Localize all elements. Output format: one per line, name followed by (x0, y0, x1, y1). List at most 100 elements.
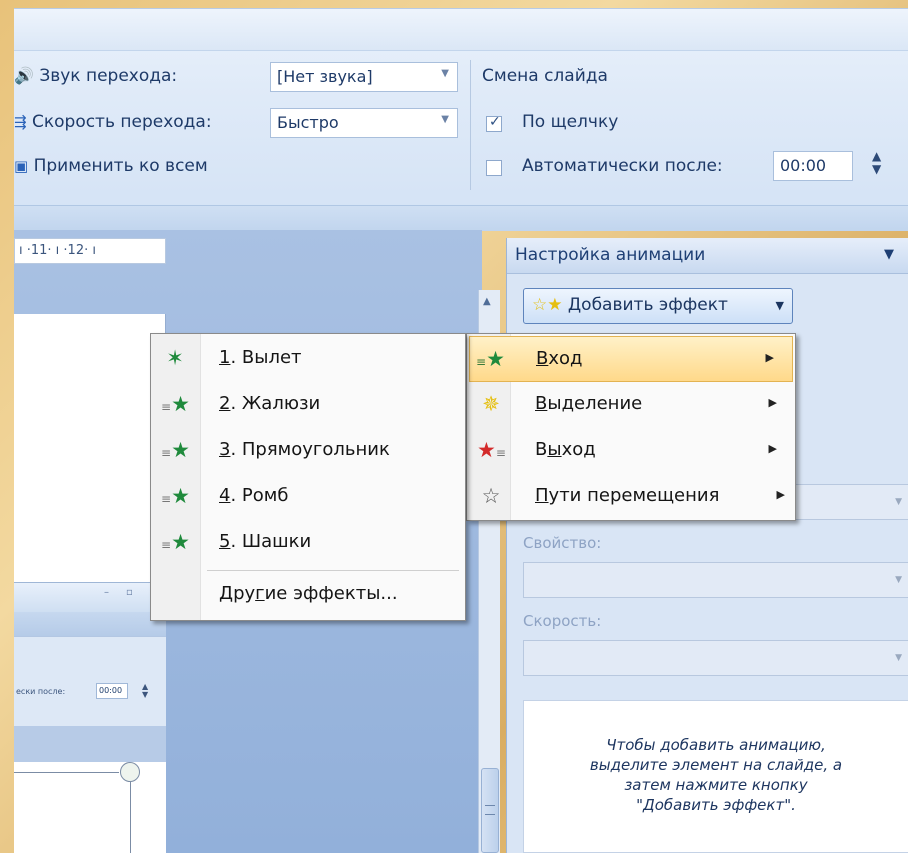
transition-sound-combo[interactable]: [Нет звука] ▼ (270, 62, 458, 92)
shape-line (14, 772, 119, 773)
add-effect-menu: ≡★ Вход ▶ ✵ Выделение ▶ ★≡ Выход ▶ ☆ Пут… (466, 333, 796, 521)
menu-item-label: 4. Ромб (219, 485, 289, 506)
entrance-icon: ≡★ (476, 347, 505, 371)
transition-speed-combo[interactable]: Быстро ▼ (270, 108, 458, 138)
menu-item-label: 1. Вылет (219, 347, 302, 368)
scrollbar-thumb[interactable] (481, 768, 499, 853)
chevron-down-icon: ▼ (895, 653, 902, 663)
hint-line: затем нажмите кнопку (624, 776, 808, 794)
hint-line: Чтобы добавить анимацию, (606, 736, 826, 754)
fly-in-icon: ✶ (166, 346, 184, 370)
auto-after-input[interactable]: 00:00 (773, 151, 853, 181)
ribbon-title-band (14, 9, 908, 51)
chevron-down-icon: ▼ (895, 575, 902, 585)
apply-to-all-label: Применить ко всем (33, 156, 208, 176)
menu-item-label: Выход (535, 439, 596, 460)
transition-sound-control[interactable]: 🔊 Звук перехода: (14, 66, 177, 86)
menu-item-label: 2. Жалюзи (219, 393, 321, 414)
auto-after-checkbox[interactable] (486, 160, 502, 176)
menu-item-motion-paths[interactable]: ☆ Пути перемещения ▶ (467, 474, 795, 520)
menu-item-label: 5. Шашки (219, 531, 312, 552)
menu-separator (207, 570, 459, 571)
submenu-arrow-icon: ▶ (768, 442, 777, 455)
property-label: Свойство: (523, 534, 602, 552)
add-effect-icon: ☆★ (532, 295, 563, 315)
box-icon: ≡★ (161, 438, 190, 462)
shape-rotation-handle[interactable] (120, 762, 140, 782)
pane-header: Настройка анимации ▼ (507, 238, 908, 274)
menu-item-label: Пути перемещения (535, 485, 720, 506)
menu-item-label: Вход (536, 348, 583, 369)
transition-speed-value: Быстро (277, 113, 339, 132)
submenu-arrow-icon: ▶ (776, 488, 785, 501)
menu-item-label: Выделение (535, 393, 643, 414)
menu-item-blinds[interactable]: ≡★ 2. Жалюзи (151, 382, 465, 428)
on-click-checkbox[interactable] (486, 114, 502, 132)
submenu-arrow-icon: ▶ (765, 351, 774, 364)
property-combo[interactable]: ▼ (523, 562, 908, 598)
speed-label: Скорость: (523, 612, 602, 630)
menu-item-more-effects[interactable]: Другие эффекты... (151, 572, 465, 618)
grip-icon (485, 805, 495, 815)
thumbnail-auto-after-label: ески после: (16, 687, 66, 696)
add-effect-label: Добавить эффект (567, 295, 728, 315)
spinner-arrows-icon[interactable]: ▲ ▼ (872, 150, 881, 176)
shape-line-vertical (130, 782, 131, 853)
diamond-icon: ≡★ (161, 484, 190, 508)
menu-item-checkerboard[interactable]: ≡★ 5. Шашки (151, 520, 465, 566)
sound-icon: 🔊 (14, 66, 34, 85)
hint-line: выделите элемент на слайде, а (589, 756, 843, 774)
transition-sound-label: Звук перехода: (39, 66, 178, 86)
restore-icon[interactable]: ▫ (126, 587, 133, 598)
pane-options-icon[interactable]: ▼ (884, 247, 894, 262)
hint-line: "Добавить эффект". (636, 796, 796, 814)
entrance-submenu: ✶ 1. Вылет ≡★ 2. Жалюзи ≡★ 3. Прямоуголь… (150, 333, 466, 621)
menu-item-label: Другие эффекты... (219, 583, 398, 604)
thumbnail-ribbon-tabs (14, 612, 166, 636)
ribbon-group-separator (470, 60, 471, 190)
transition-sound-value: [Нет звука] (277, 67, 373, 86)
menu-item-diamond[interactable]: ≡★ 4. Ромб (151, 474, 465, 520)
scroll-up-icon[interactable]: ▲ (483, 296, 491, 307)
transition-speed-label: Скорость перехода: (31, 112, 212, 132)
speed-combo[interactable]: ▼ (523, 640, 908, 676)
blinds-icon: ≡★ (161, 392, 190, 416)
checkerboard-icon: ≡★ (161, 530, 190, 554)
menu-item-fly-in[interactable]: ✶ 1. Вылет (151, 336, 465, 382)
thumbnail-slide (14, 762, 166, 853)
slide-canvas[interactable] (14, 314, 166, 582)
thumbnail-auto-after-value: 00:00 (96, 683, 128, 699)
submenu-arrow-icon: ▶ (768, 396, 777, 409)
transition-speed-control[interactable]: ⇶ Скорость перехода: (14, 112, 212, 132)
speed-icon: ⇶ (14, 113, 27, 131)
chevron-down-icon: ▼ (441, 114, 449, 125)
auto-after-value: 00:00 (780, 156, 827, 175)
on-click-label: По щелчку (522, 112, 619, 132)
apply-all-icon: ▣ (14, 157, 29, 175)
motion-path-icon: ☆ (481, 484, 501, 508)
thumbnail-ribbon: ески после: 00:00 ▲ ▼ (14, 636, 166, 726)
chevron-down-icon: ▼ (775, 299, 784, 312)
pane-title: Настройка анимации (515, 245, 706, 265)
slide-change-title: Смена слайда (482, 66, 608, 86)
chevron-down-icon: ▼ (895, 497, 902, 507)
thumbnail-window-titlebar: – ▫ (14, 582, 166, 612)
menu-item-label: 3. Прямоугольник (219, 439, 390, 460)
menu-item-exit[interactable]: ★≡ Выход ▶ (467, 428, 795, 474)
apply-to-all-button[interactable]: ▣ Применить ко всем (14, 156, 208, 176)
add-effect-button[interactable]: ☆★ Добавить эффект ▼ (523, 288, 793, 324)
thumbnail-divider (14, 726, 166, 762)
horizontal-ruler: ı ·11· ı ·12· ı (14, 238, 166, 264)
menu-item-box[interactable]: ≡★ 3. Прямоугольник (151, 428, 465, 474)
emphasis-icon: ✵ (482, 392, 500, 416)
custom-animation-pane: Настройка анимации ▼ ☆★ Добавить эффект … (506, 238, 908, 853)
thumbnail-spinner-icon: ▲ ▼ (142, 682, 149, 699)
animation-hint: Чтобы добавить анимацию, выделите элемен… (523, 700, 908, 853)
ribbon-bottom-band (14, 205, 908, 231)
menu-item-emphasis[interactable]: ✵ Выделение ▶ (467, 382, 795, 428)
auto-after-label: Автоматически после: (522, 156, 723, 176)
chevron-down-icon: ▼ (441, 68, 449, 79)
menu-item-entrance[interactable]: ≡★ Вход ▶ (469, 336, 793, 382)
exit-icon: ★≡ (477, 438, 506, 462)
minimize-icon[interactable]: – (104, 587, 109, 598)
